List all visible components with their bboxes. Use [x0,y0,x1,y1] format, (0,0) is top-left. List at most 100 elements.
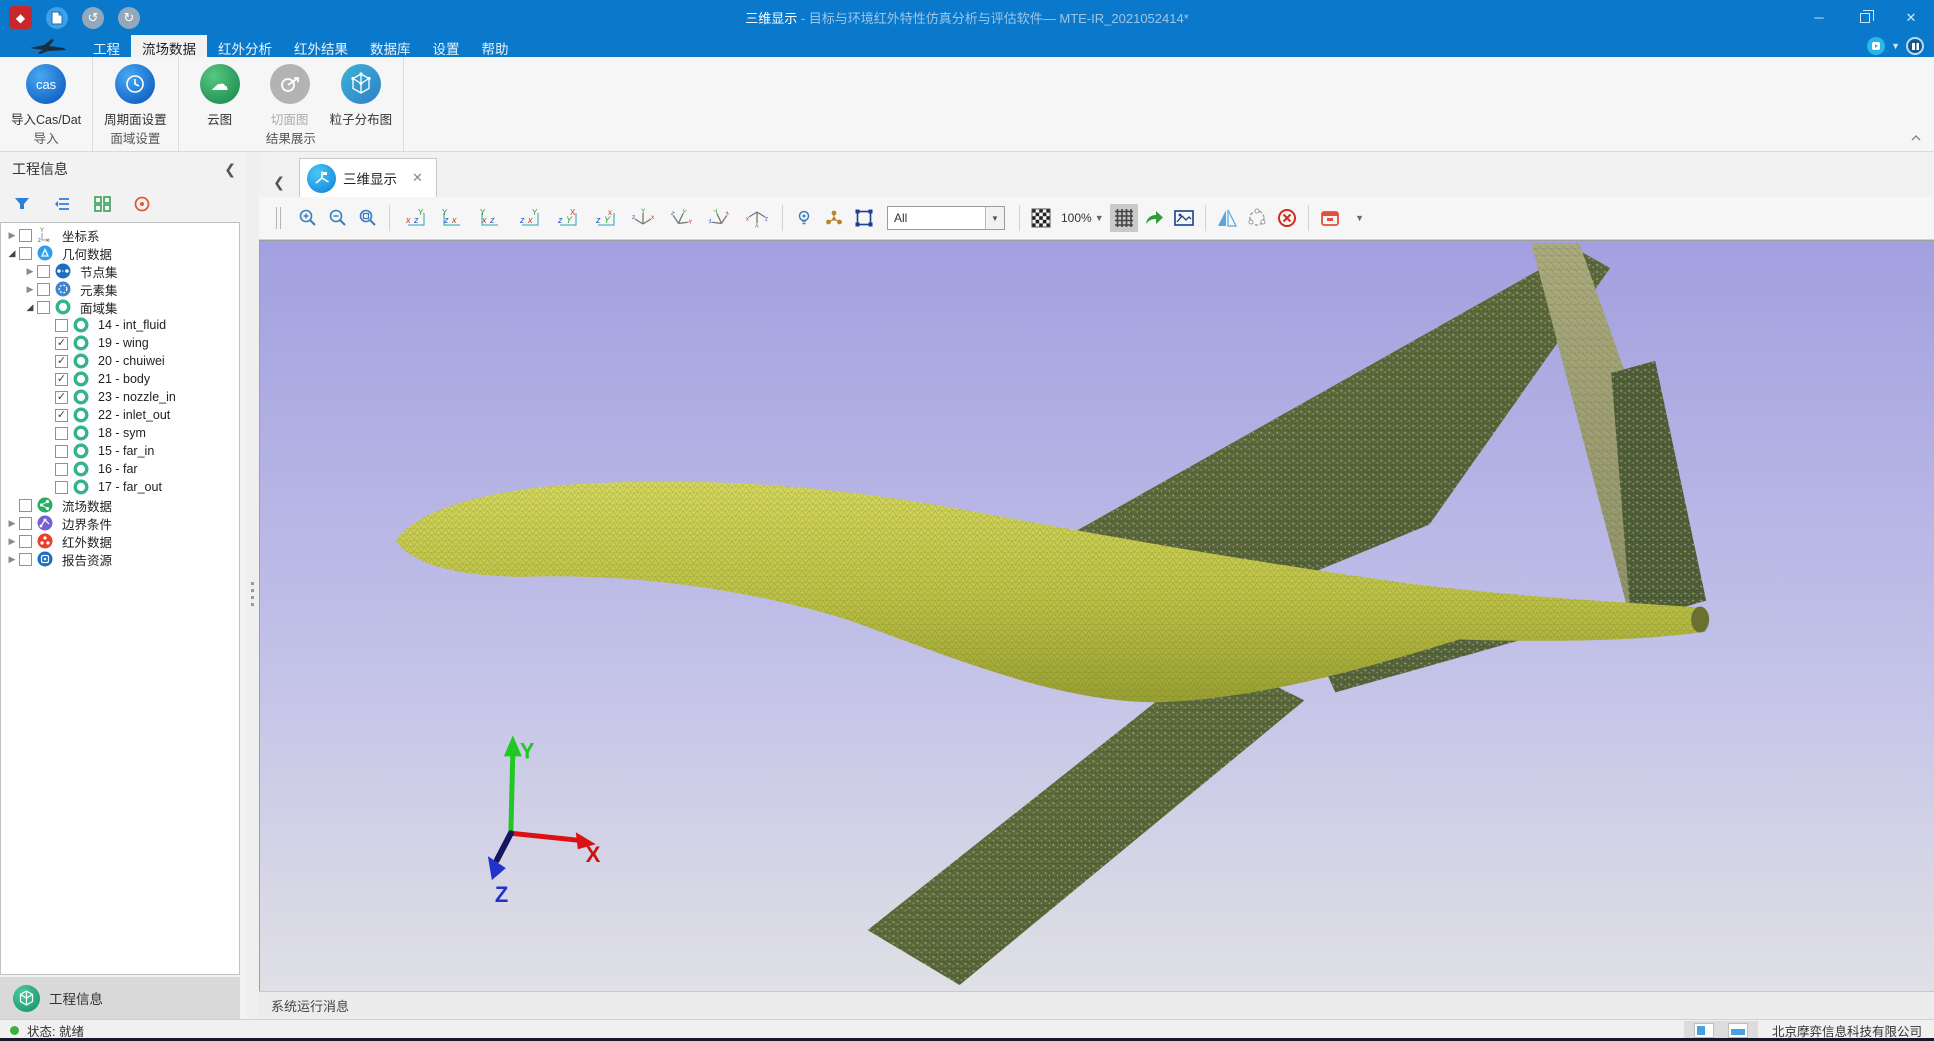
tree-item-label[interactable]: 17 - far_out [98,480,162,494]
expander-icon[interactable]: ▶ [23,284,37,295]
tree-item-label[interactable]: 报告资源 [62,550,112,569]
expander-icon[interactable]: ▶ [5,230,19,241]
tree-checkbox[interactable] [19,499,32,512]
panel-collapse-icon[interactable]: ❮ [224,161,236,178]
menu-item-6[interactable]: 设置 [422,35,471,57]
tree-checkbox[interactable] [55,427,68,440]
view-left-button[interactable]: xzY [473,204,509,232]
layout-split-vertical-icon[interactable] [1694,1023,1714,1038]
tab-3d-view[interactable]: 三维显示 ✕ [299,158,437,197]
view-iso-3-button[interactable]: Yzx [701,204,737,232]
close-button[interactable]: ✕ [1888,0,1934,35]
ribbon-button[interactable]: 周期面设置 [99,62,172,128]
particle-nodes-button[interactable] [820,204,848,232]
panel-bottom-tab[interactable]: 工程信息 [0,977,240,1019]
light-probe-button[interactable] [790,204,818,232]
tree-checkbox[interactable]: ✓ [55,391,68,404]
tree-checkbox[interactable] [19,553,32,566]
tree-checkbox[interactable]: ✓ [55,409,68,422]
view-iso-4-button[interactable]: Yzx [739,204,775,232]
tree-checkbox[interactable] [37,283,50,296]
menu-item-7[interactable]: 帮助 [471,35,520,57]
outline-list-icon[interactable] [52,194,72,214]
tab-scroll-left-icon[interactable]: ❮ [259,167,299,197]
expander-icon[interactable]: ▶ [5,536,19,547]
layout-split-horizontal-icon[interactable] [1728,1023,1748,1038]
menu-item-5[interactable]: 数据库 [359,35,422,57]
view-right-button[interactable]: zxY [511,204,547,232]
app-icon[interactable]: ◆ [9,6,32,29]
tree-item-label[interactable]: 边界条件 [62,514,112,533]
record-box-button[interactable] [1316,204,1344,232]
export-arrow-button[interactable] [1140,204,1168,232]
view-bottom-button[interactable]: zYx [587,204,623,232]
tree-item-label[interactable]: 22 - inlet_out [98,408,170,422]
new-file-icon[interactable] [46,7,68,29]
panel-splitter[interactable] [246,152,259,1019]
tree-item-label[interactable]: 20 - chuiwei [98,354,165,368]
tree-checkbox[interactable] [55,445,68,458]
tree-item-label[interactable]: 节点集 [80,262,118,281]
tree-item-label[interactable]: 16 - far [98,462,138,476]
tree-checkbox[interactable]: ✓ [55,355,68,368]
tree-checkbox[interactable] [55,319,68,332]
tree-item-label[interactable]: 几何数据 [62,244,112,263]
menu-item-2[interactable]: 流场数据 [131,35,207,57]
combo-dropdown-icon[interactable]: ▼ [985,207,1004,229]
expander-icon[interactable]: ▶ [5,518,19,529]
display-filter-combo[interactable]: All▼ [887,206,1005,230]
expander-icon[interactable]: ▶ [5,554,19,565]
viewport-3d[interactable]: Y X Z [259,240,1934,991]
target-icon[interactable] [132,194,152,214]
ribbon-button[interactable]: cas导入Cas/Dat [6,62,86,128]
tree-item-label[interactable]: 23 - nozzle_in [98,390,176,404]
view-top-button[interactable]: zYX [549,204,585,232]
tree-item-label[interactable]: 21 - body [98,372,150,386]
undo-icon[interactable]: ↺ [82,7,104,29]
expander-icon[interactable]: ◢ [23,302,37,313]
tree-checkbox[interactable] [37,265,50,278]
menu-item-3[interactable]: 红外分析 [207,35,283,57]
tree-item-label[interactable]: 14 - int_fluid [98,318,166,332]
ribbon-collapse-button[interactable] [1910,129,1922,147]
tree-checkbox[interactable]: ✓ [55,373,68,386]
ribbon-button[interactable]: ☁云图 [185,62,255,128]
theme-dropdown-caret[interactable]: ▼ [1891,41,1900,51]
minimize-button[interactable]: ─ [1796,0,1842,35]
tree-checkbox[interactable]: ✓ [55,337,68,350]
view-iso-1-button[interactable]: Yzx [625,204,661,232]
tree-checkbox[interactable] [19,535,32,548]
layout-icon[interactable] [1906,37,1924,55]
mesh-toggle-button[interactable] [1110,204,1138,232]
tree-item-label[interactable]: 面域集 [80,298,118,317]
tree-item-label[interactable]: 元素集 [80,280,118,299]
tree-item-label[interactable]: 15 - far_in [98,444,154,458]
tree-item-label[interactable]: 18 - sym [98,426,146,440]
zoom-level-dropdown[interactable]: 100%▼ [1057,204,1108,232]
grid-view-icon[interactable] [92,194,112,214]
tree-item-label[interactable]: 流场数据 [62,496,112,515]
tree-item-label[interactable]: 坐标系 [62,226,100,245]
filter-icon[interactable] [12,194,32,214]
theme-icon[interactable] [1867,37,1885,55]
tree-checkbox[interactable] [19,247,32,260]
tree-checkbox[interactable] [19,517,32,530]
menu-item-4[interactable]: 红外结果 [283,35,359,57]
menu-item-1[interactable]: 工程 [82,35,131,57]
tree-checkbox[interactable] [37,301,50,314]
tree-checkbox[interactable] [55,463,68,476]
cancel-button[interactable] [1273,204,1301,232]
tab-close-icon[interactable]: ✕ [412,170,423,186]
expander-icon[interactable]: ▶ [23,266,37,277]
zoom-out-button[interactable] [324,204,352,232]
view-iso-2-button[interactable]: Yzx [663,204,699,232]
tree-checkbox[interactable] [55,481,68,494]
tree-item-label[interactable]: 红外数据 [62,532,112,551]
record-dropdown-caret[interactable]: ▼ [1346,204,1374,232]
tree-checkbox[interactable] [19,229,32,242]
tree-item-label[interactable]: 19 - wing [98,336,149,350]
restore-button[interactable] [1842,0,1888,35]
toolbar-drag-handle[interactable] [264,204,292,232]
pattern-button[interactable] [1027,204,1055,232]
view-zx-button[interactable]: zxY [435,204,471,232]
